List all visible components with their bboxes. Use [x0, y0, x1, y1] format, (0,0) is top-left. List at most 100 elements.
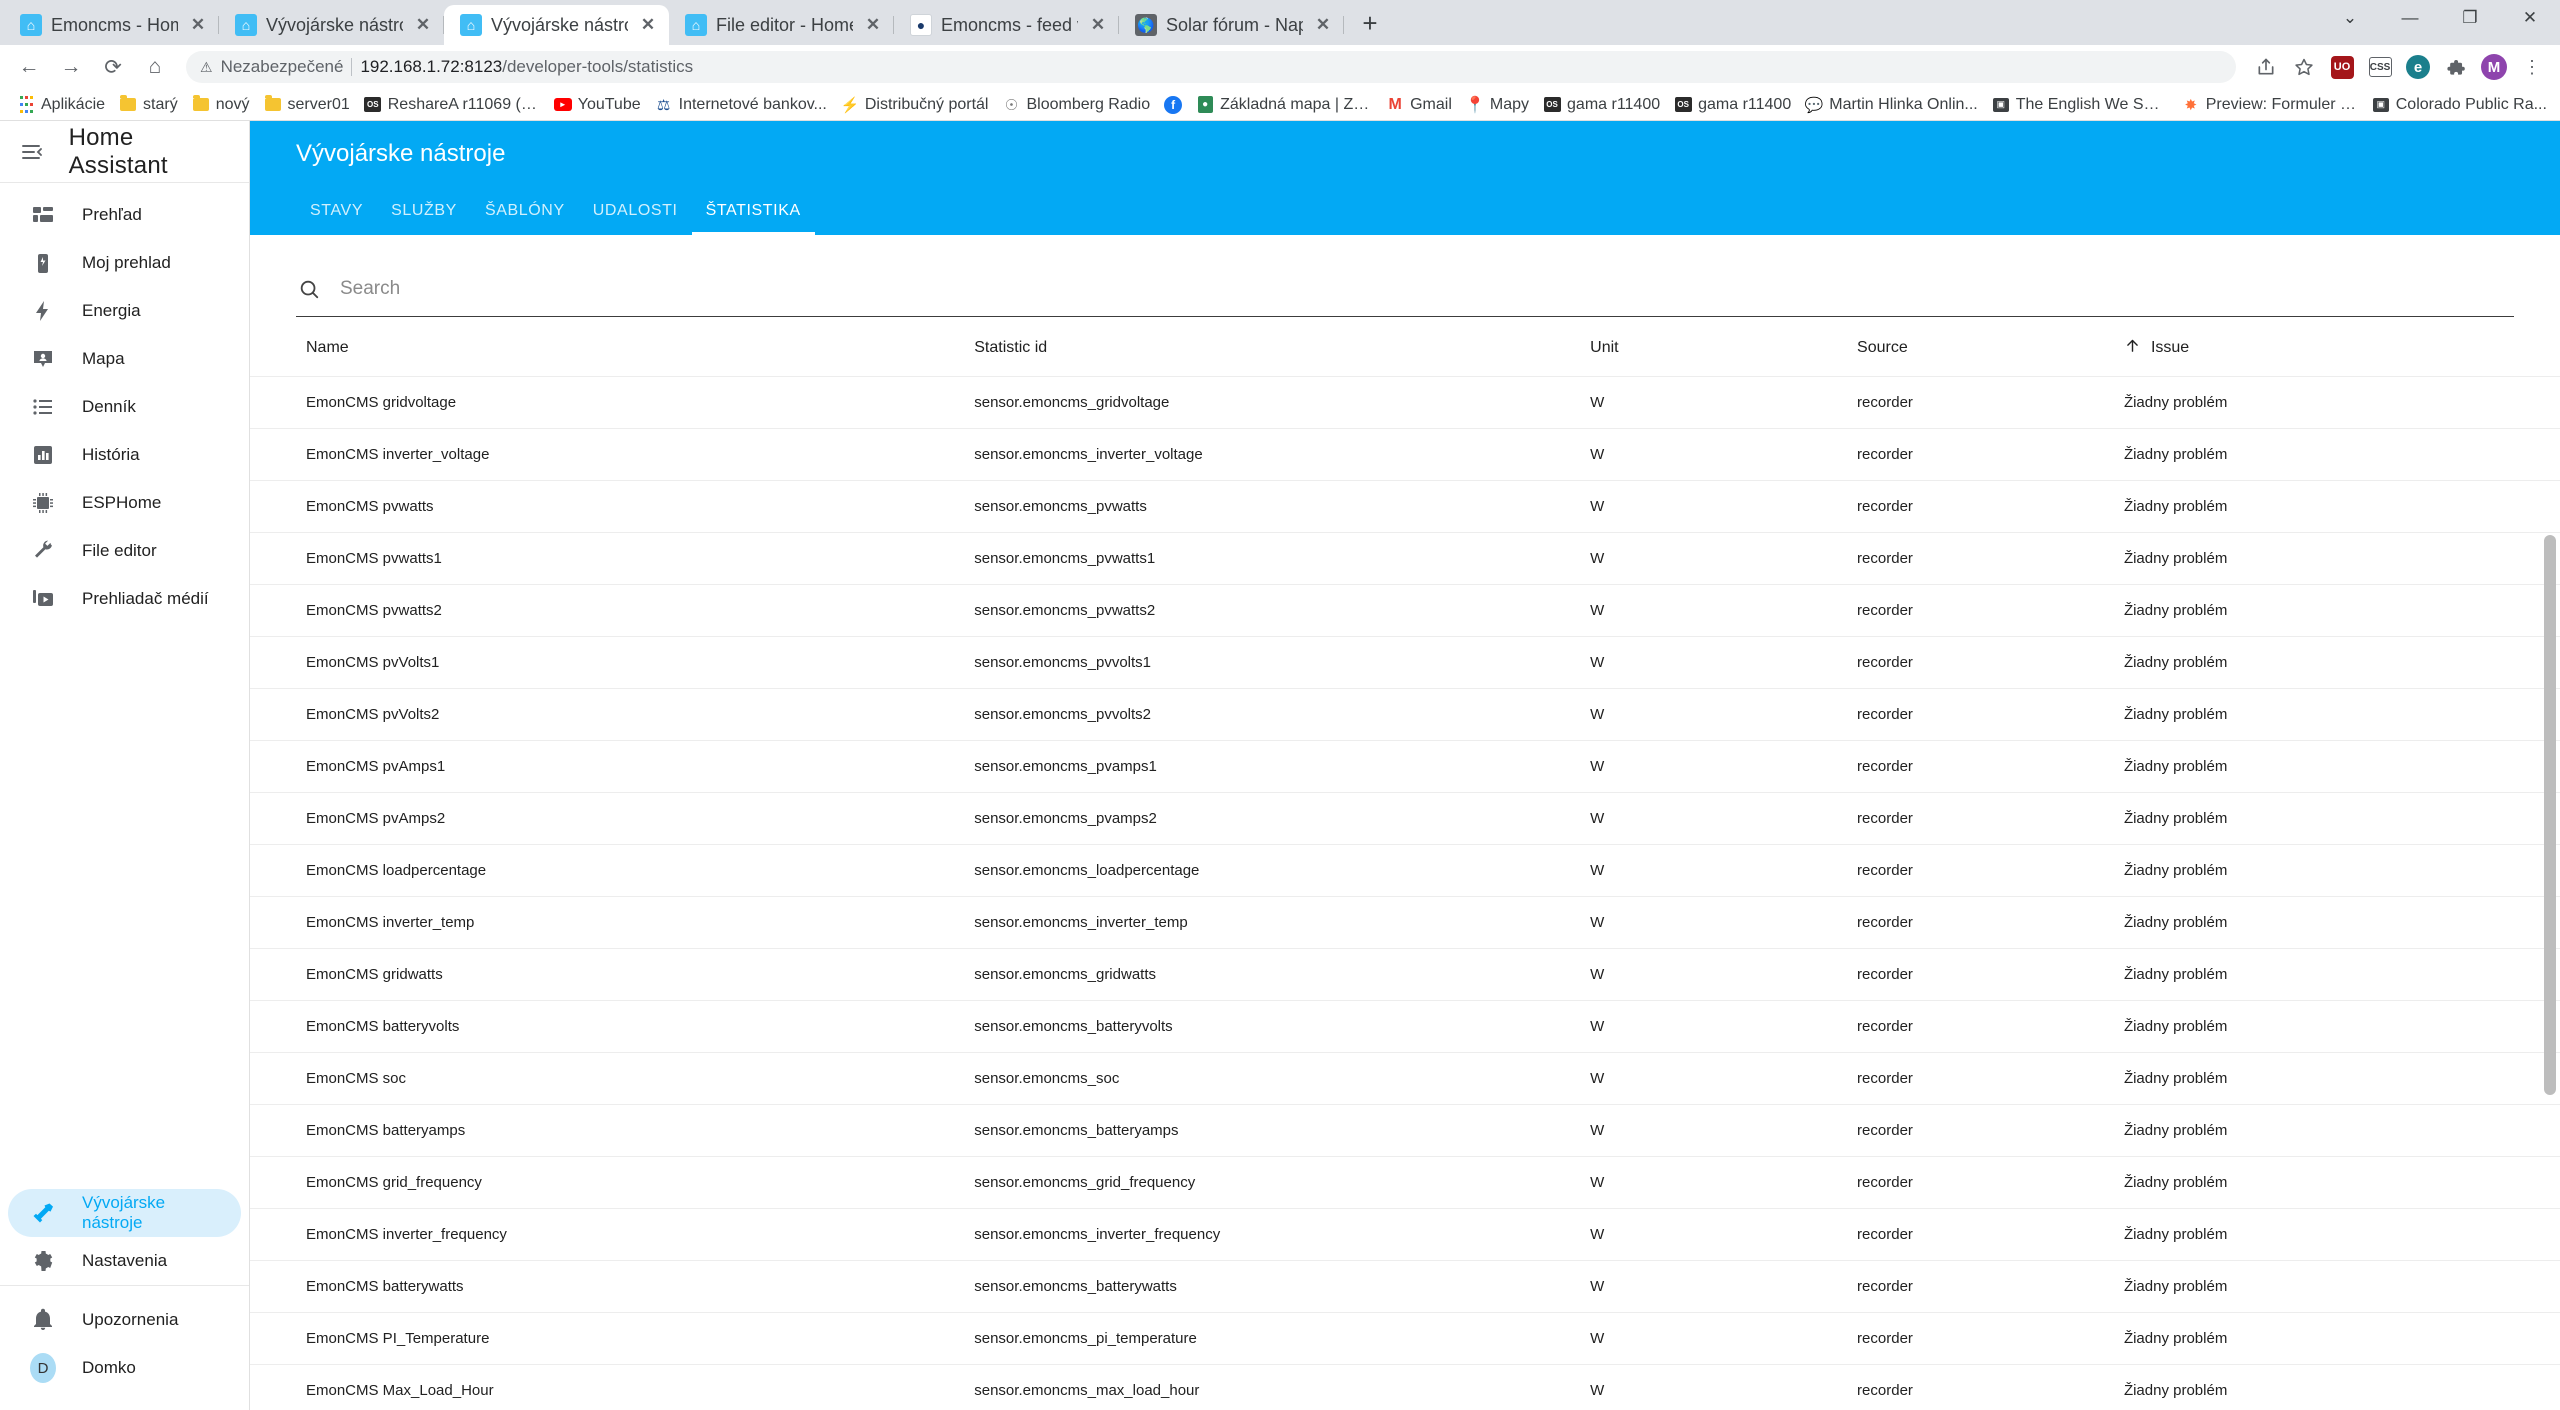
cell-issue: Žiadny problém: [2123, 1070, 2228, 1087]
hamburger-collapse-icon[interactable]: [20, 139, 45, 165]
sidebar-item-mapa[interactable]: Mapa: [8, 335, 241, 383]
browser-tab[interactable]: 🌎 Solar fórum - Napísať odpoveď ✕: [1119, 5, 1344, 45]
minimize-icon[interactable]: —: [2380, 0, 2440, 36]
sidebar-item-vývojárske-nástroje[interactable]: Vývojárske nástroje: [8, 1189, 241, 1237]
sidebar-item-upozornenia[interactable]: Upozornenia: [8, 1296, 241, 1344]
bookmark-item[interactable]: ● Základná mapa | ZB...: [1189, 93, 1379, 117]
chrome-menu-icon[interactable]: ⋮: [2514, 49, 2550, 85]
table-row[interactable]: EmonCMS pvVolts2 sensor.emoncms_pvvolts2 W…: [250, 689, 2560, 741]
close-window-icon[interactable]: ✕: [2500, 0, 2560, 36]
table-row[interactable]: EmonCMS loadpercentage sensor.emoncms_loa…: [250, 845, 2560, 897]
table-row[interactable]: EmonCMS inverter_frequency sensor.emoncms…: [250, 1209, 2560, 1261]
profile-avatar[interactable]: M: [2476, 49, 2512, 85]
column-header-statistic-id[interactable]: Statistic id: [974, 339, 1590, 357]
sidebar-item-energia[interactable]: Energia: [8, 287, 241, 335]
search-bar[interactable]: [296, 261, 2514, 317]
sidebar-item-moj-prehlad[interactable]: Moj prehlad: [8, 239, 241, 287]
bookmark-item[interactable]: OS gama r11400: [1536, 93, 1667, 117]
column-header-source[interactable]: Source: [1857, 339, 2124, 357]
table-row[interactable]: EmonCMS gridvoltage sensor.emoncms_gridvo…: [250, 377, 2560, 429]
table-row[interactable]: EmonCMS soc sensor.emoncms_soc Wrecorder Ži…: [250, 1053, 2560, 1105]
sidebar-item-prehľad[interactable]: Prehľad: [8, 191, 241, 239]
bookmark-item[interactable]: ▣ The English We Spe...: [1985, 93, 2175, 117]
close-tab-icon[interactable]: ✕: [637, 14, 659, 36]
table-row[interactable]: EmonCMS PI_Temperature sensor.emoncms_pi_…: [250, 1313, 2560, 1365]
bookmark-item[interactable]: 💬Martin Hlinka Onlin...: [2554, 93, 2560, 117]
sidebar-item-domko[interactable]: D Domko: [8, 1344, 241, 1392]
bookmark-item[interactable]: server01: [257, 93, 357, 117]
bookmark-item[interactable]: ► YouTube: [547, 93, 648, 117]
table-row[interactable]: EmonCMS pvwatts1 sensor.emoncms_pvwatts1 W…: [250, 533, 2560, 585]
close-tab-icon[interactable]: ✕: [187, 14, 209, 36]
browser-tab[interactable]: ⌂ Vývojárske nástroje - Home Assis ✕: [219, 5, 444, 45]
address-bar[interactable]: ⚠ Nezabezpečené 192.168.1.72:8123/develo…: [186, 51, 2236, 83]
bookmark-item[interactable]: OS ReshareA r11069 (Fi...: [357, 93, 547, 117]
table-row[interactable]: EmonCMS inverter_voltage sensor.emoncms_i…: [250, 429, 2560, 481]
sidebar-item-história[interactable]: História: [8, 431, 241, 479]
bookmark-item[interactable]: Aplikácie: [10, 93, 112, 117]
bookmark-item[interactable]: M Gmail: [1379, 93, 1459, 117]
minimize-all-icon[interactable]: ⌄: [2320, 0, 2380, 36]
table-row[interactable]: EmonCMS pvAmps2 sensor.emoncms_pvamps2 Wre…: [250, 793, 2560, 845]
share-icon[interactable]: [2248, 49, 2284, 85]
column-header-issue[interactable]: Issue: [2124, 337, 2514, 359]
bookmark-item[interactable]: ⚖ Internetové bankov...: [648, 93, 834, 117]
tab-stavy[interactable]: STAVY: [296, 187, 377, 235]
sidebar-item-denník[interactable]: Denník: [8, 383, 241, 431]
bookmark-item[interactable]: f: [1157, 93, 1189, 117]
close-tab-icon[interactable]: ✕: [1087, 14, 1109, 36]
search-input[interactable]: [340, 277, 2514, 300]
bookmark-item[interactable]: 💬Martin Hlinka Onlin...: [1798, 93, 1985, 117]
table-row[interactable]: EmonCMS pvAmps1 sensor.emoncms_pvamps1 Wre…: [250, 741, 2560, 793]
table-row[interactable]: EmonCMS batterywatts sensor.emoncms_batte…: [250, 1261, 2560, 1313]
close-tab-icon[interactable]: ✕: [862, 14, 884, 36]
sidebar-item-esphome[interactable]: ESPHome: [8, 479, 241, 527]
table-row[interactable]: EmonCMS pvVolts1 sensor.emoncms_pvvolts1 W…: [250, 637, 2560, 689]
bookmark-item[interactable]: 📍 Mapy: [1459, 93, 1536, 117]
close-tab-icon[interactable]: ✕: [1312, 14, 1334, 36]
bookmark-item[interactable]: ▣ Colorado Public Ra...: [2365, 93, 2554, 117]
tab-služby[interactable]: SLUŽBY: [377, 187, 471, 235]
table-row[interactable]: EmonCMS pvwatts sensor.emoncms_pvwatts Wre…: [250, 481, 2560, 533]
browser-tab[interactable]: ● Emoncms - feed view ✕: [894, 5, 1119, 45]
forward-icon[interactable]: →: [52, 48, 90, 86]
tab-udalosti[interactable]: UDALOSTI: [579, 187, 692, 235]
extensions-puzzle-icon[interactable]: [2438, 49, 2474, 85]
back-icon[interactable]: ←: [10, 48, 48, 86]
maximize-icon[interactable]: ❐: [2440, 0, 2500, 36]
bookmark-item[interactable]: OS gama r11400: [1667, 93, 1798, 117]
ublock-origin-icon[interactable]: UO: [2324, 49, 2360, 85]
bookmark-star-icon[interactable]: [2286, 49, 2322, 85]
bookmark-item[interactable]: ✸ Preview: Formuler F4: [2175, 93, 2365, 117]
sidebar-item-nastavenia[interactable]: Nastavenia: [8, 1237, 241, 1285]
scrollbar-thumb[interactable]: [2544, 535, 2556, 1095]
bookmark-item[interactable]: ☉ Bloomberg Radio: [995, 93, 1157, 117]
tab-štatistika[interactable]: ŠTATISTIKA: [691, 187, 815, 235]
close-tab-icon[interactable]: ✕: [412, 14, 434, 36]
browser-tab[interactable]: ⌂ Emoncms - Home Assistant ✕: [4, 5, 219, 45]
sidebar-item-file-editor[interactable]: File editor: [8, 527, 241, 575]
home-icon[interactable]: ⌂: [136, 48, 174, 86]
bookmark-item[interactable]: nový: [185, 93, 257, 117]
table-row[interactable]: EmonCMS Max_Load_Hour sensor.emoncms_max_…: [250, 1365, 2560, 1410]
sidebar-header: Home Assistant: [0, 121, 249, 183]
new-tab-button[interactable]: +: [1350, 3, 1390, 43]
table-row[interactable]: EmonCMS pvwatts2 sensor.emoncms_pvwatts2 W…: [250, 585, 2560, 637]
css-extension-icon[interactable]: CSS: [2362, 49, 2398, 85]
browser-tab[interactable]: ⌂ File editor - Home Assistant ✕: [669, 5, 894, 45]
table-row[interactable]: EmonCMS gridwatts sensor.emoncms_gridwatt…: [250, 949, 2560, 1001]
scrollbar-track[interactable]: [2540, 235, 2560, 1410]
sidebar-item-prehliadač-médií[interactable]: Prehliadač médií: [8, 575, 241, 623]
table-row[interactable]: EmonCMS batteryamps sensor.emoncms_batter…: [250, 1105, 2560, 1157]
table-row[interactable]: EmonCMS inverter_temp sensor.emoncms_inve…: [250, 897, 2560, 949]
reload-icon[interactable]: ⟳: [94, 48, 132, 86]
bookmark-item[interactable]: starý: [112, 93, 185, 117]
tab-šablóny[interactable]: ŠABLÓNY: [471, 187, 579, 235]
edge-extension-icon[interactable]: e: [2400, 49, 2436, 85]
table-row[interactable]: EmonCMS grid_frequency sensor.emoncms_gri…: [250, 1157, 2560, 1209]
bookmark-item[interactable]: ⚡ Distribučný portál: [834, 93, 996, 117]
column-header-unit[interactable]: Unit: [1590, 339, 1857, 357]
column-header-name[interactable]: Name: [296, 339, 974, 357]
table-row[interactable]: EmonCMS batteryvolts sensor.emoncms_batte…: [250, 1001, 2560, 1053]
browser-tab[interactable]: ⌂ Vývojárske nástroje - Home Assis ✕: [444, 5, 669, 45]
